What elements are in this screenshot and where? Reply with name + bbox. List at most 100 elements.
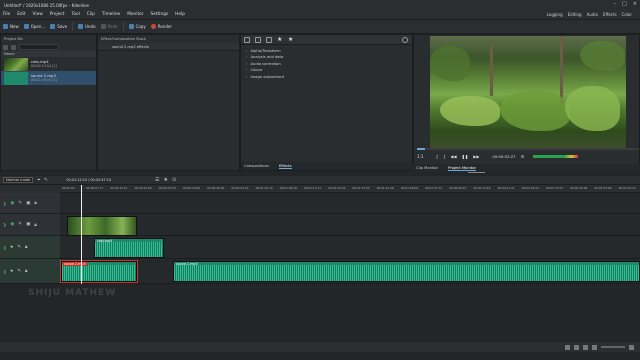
bin-toolbar [1, 43, 96, 51]
pause-icon[interactable]: ❚❚ [462, 154, 469, 159]
favorite-icon[interactable]: ★ [164, 177, 168, 183]
track-a2[interactable]: sound 2.mp3 sound 2.mp3 [60, 259, 640, 284]
film-icon[interactable]: ▣ [26, 222, 30, 227]
project-bin-panel: Project Bin Name cats.mp4 00:00:13:04 [1… [0, 34, 97, 171]
snap-icon[interactable] [574, 344, 579, 350]
menu-clip[interactable]: Clip [87, 12, 95, 17]
effect-icon[interactable]: ✎ [17, 245, 21, 250]
timeline-audio-clip-selected[interactable]: sound 2.mp3 [60, 260, 138, 283]
video-icon[interactable] [255, 36, 261, 43]
menu-file[interactable]: File [3, 12, 10, 17]
speaker-icon[interactable]: 🔊︎ [10, 268, 13, 274]
info-icon[interactable] [402, 36, 408, 43]
effect-icon[interactable]: ✎ [17, 269, 21, 274]
film-icon[interactable]: ▣ [26, 201, 30, 206]
menu-project[interactable]: Project [50, 12, 65, 17]
new-button[interactable]: New [3, 24, 19, 29]
timeline-ruler[interactable]: 00:00:00 00:00:07:17 00:00:15:21 00:00:23:0… [60, 185, 640, 193]
redo-button[interactable]: Redo [100, 24, 118, 29]
maximize-icon[interactable]: □ [622, 1, 627, 7]
lock-icon[interactable]: 🔒︎ [25, 268, 27, 274]
layout-logging[interactable]: Logging [547, 12, 563, 17]
menu-tool[interactable]: Tool [71, 12, 79, 17]
timeline-toolbar: Normal mode ⌖ ↖ 00:01:12:15 / 00:02:47:1… [0, 176, 640, 185]
eye-icon[interactable]: ◉ [10, 222, 14, 227]
timeline-audio-clip[interactable]: cats.mp4 [94, 238, 164, 258]
timeline-menu-icon[interactable]: ☰ [155, 177, 159, 183]
bin-search-input[interactable] [19, 44, 59, 50]
status-buttons [565, 344, 634, 350]
menu-view[interactable]: View [33, 12, 43, 17]
tab-compositions[interactable]: Compositions [244, 164, 269, 168]
layout-editing[interactable]: Editing [568, 12, 582, 17]
layout-audio[interactable]: Audio [587, 12, 598, 17]
menu-help[interactable]: Help [175, 12, 185, 17]
bin-clip-row[interactable]: cats.mp4 00:00:13:04 [1] [1, 57, 96, 71]
set-out-icon[interactable]: ⟧ [443, 154, 445, 159]
effect-icon[interactable]: ✎ [18, 201, 22, 206]
favorite-icon[interactable]: ★ [288, 36, 294, 43]
tab-project-monitor[interactable]: Project Monitor [448, 166, 476, 171]
lock-icon[interactable]: 🔒︎ [34, 200, 36, 206]
monitor-video-frame[interactable] [430, 36, 626, 148]
render-button[interactable]: Render [150, 24, 172, 29]
lock-icon[interactable]: 🔒︎ [25, 244, 27, 250]
track-v2[interactable] [60, 193, 640, 214]
collapse-icon[interactable]: ❯ [3, 201, 6, 206]
status-bar [0, 342, 640, 352]
collapse-icon[interactable]: ❯ [3, 245, 6, 250]
audio-icon[interactable] [266, 36, 272, 43]
effect-category[interactable]: Image adjustment [246, 74, 407, 80]
collapse-icon[interactable]: ❯ [3, 222, 6, 227]
zoom-select[interactable]: 1:1 [417, 154, 423, 159]
open-button[interactable]: Open... [23, 24, 45, 29]
toolbar-separator [122, 22, 124, 31]
tab-effects[interactable]: Effects [278, 164, 292, 169]
layout-color[interactable]: Color [622, 12, 632, 17]
monitor-menu-icon[interactable]: ☰ [521, 154, 525, 159]
playhead[interactable] [81, 185, 82, 285]
menu-edit[interactable]: Edit [17, 12, 25, 17]
forward-icon[interactable]: ▶▶ [473, 154, 479, 159]
lock-icon[interactable]: 🔒︎ [34, 222, 36, 228]
tab-clip-monitor[interactable]: Clip Monitor [416, 166, 438, 170]
save-button[interactable]: Save [50, 24, 67, 29]
menu-monitor[interactable]: Monitor [127, 12, 143, 17]
layout-effects[interactable]: Effects [603, 12, 617, 17]
undo-button[interactable]: Undo [78, 24, 96, 29]
speaker-icon[interactable]: 🔊︎ [10, 244, 13, 250]
track-v1[interactable] [60, 214, 640, 236]
set-in-icon[interactable]: ⟦ [436, 154, 438, 159]
minimize-icon[interactable]: – [614, 1, 617, 7]
bin-clip-row-selected[interactable]: sound 2.mp3 00:02:49:19 [2] [1, 71, 96, 85]
ruler-tick-label: 00:02:05:15 [449, 186, 467, 190]
ruler-tick-label: 00:01:09:18 [279, 186, 297, 190]
eye-icon[interactable]: ◉ [10, 201, 14, 206]
monitor-seekbar[interactable] [417, 148, 639, 150]
clip-label: sound 2.mp3 [63, 262, 87, 266]
track-mode-icon[interactable] [565, 344, 570, 350]
select-icon[interactable]: ↖ [44, 177, 48, 183]
zoom-out-icon[interactable] [592, 344, 597, 350]
timeline-audio-clip[interactable]: sound 2.mp3 [173, 261, 640, 282]
edit-mode-select[interactable]: Normal mode [3, 177, 34, 183]
list-icon[interactable] [244, 36, 250, 43]
track-header-v2: ❯ ◉ ✎ ▣ 🔒︎ [0, 193, 60, 214]
timeline-video-clip[interactable] [67, 216, 137, 236]
effect-icon[interactable]: ✎ [18, 222, 22, 227]
rewind-icon[interactable]: ◀◀ [450, 154, 456, 159]
close-icon[interactable]: × [633, 1, 637, 7]
copy-button[interactable]: Copy [128, 24, 146, 29]
menu-icon[interactable] [3, 44, 8, 50]
custom-icon[interactable]: ★ [277, 36, 283, 43]
track-a1[interactable]: cats.mp4 [60, 236, 640, 259]
collapse-icon[interactable]: ❯ [3, 269, 6, 274]
zoom-in-icon[interactable] [629, 344, 634, 350]
thumbnail-icon[interactable] [583, 344, 588, 350]
zoom-slider[interactable] [601, 346, 625, 348]
snap-icon[interactable]: ⊙ [172, 177, 176, 183]
menu-timeline[interactable]: Timeline [102, 12, 120, 17]
menu-settings[interactable]: Settings [151, 12, 169, 17]
add-clip-icon[interactable] [11, 44, 16, 50]
razor-icon[interactable]: ⌖ [37, 177, 40, 183]
